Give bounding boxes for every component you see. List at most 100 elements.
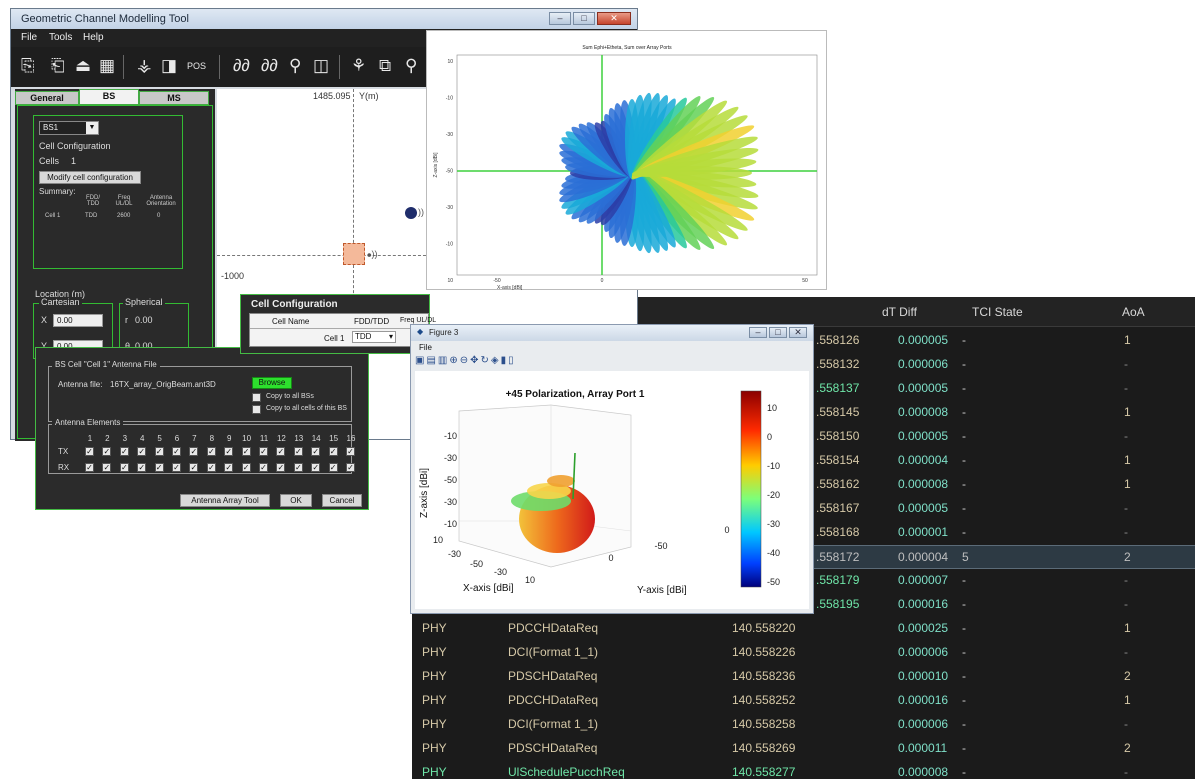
figure-maximize-button[interactable]: □ [769, 327, 787, 338]
table-row[interactable]: PHY PDCCHDataReq 140.558220 0.000025- 1 [412, 617, 1195, 641]
rx-element-checkbox[interactable]: ✓ [119, 463, 129, 472]
row-layer: PHY [422, 621, 447, 635]
table-row[interactable]: PHY PDCCHDataReq 140.558252 0.000016- 1 [412, 689, 1195, 713]
antenna-icon[interactable]: ⚶ [137, 53, 151, 79]
copy-all-cells-checkbox[interactable] [252, 405, 261, 414]
menu-tools[interactable]: Tools [49, 32, 72, 43]
close-button[interactable]: ✕ [597, 12, 631, 25]
maximize-button[interactable]: □ [573, 12, 595, 25]
zoom-icon[interactable]: ⚲ [405, 53, 417, 79]
tx-element-checkbox[interactable]: ✓ [172, 447, 181, 456]
rx-element-checkbox[interactable]: ✓ [346, 463, 355, 472]
draw-path2-icon[interactable]: ∂∂ [261, 53, 278, 79]
x-input[interactable]: 0.00 [53, 314, 103, 327]
pan-icon[interactable]: ✥ [470, 355, 480, 366]
tx-element-checkbox[interactable]: ✓ [346, 447, 355, 456]
rx-element-checkbox[interactable]: ✓ [276, 463, 286, 472]
col-dt-diff[interactable]: dT Diff [882, 305, 917, 319]
print-icon[interactable]: ▥ [438, 355, 449, 366]
tower-icon[interactable]: ⏏ [75, 53, 91, 79]
rx-element-checkbox[interactable]: ✓ [241, 463, 251, 472]
rx-element-checkbox[interactable]: ✓ [311, 463, 321, 472]
table-row[interactable]: PHY DCI(Format 1_1) 140.558226 0.000006- - [412, 641, 1195, 665]
bs-select[interactable]: BS1 ▼ [39, 121, 99, 135]
menu-help[interactable]: Help [83, 32, 104, 43]
legend-icon[interactable]: ▯ [508, 355, 516, 366]
copy-all-bs-label: Copy to all BSs [266, 393, 314, 400]
figure-close-button[interactable]: ✕ [789, 327, 807, 338]
colorbar-icon[interactable]: ▮ [501, 355, 509, 366]
tree-icon[interactable]: ⚘ [351, 53, 366, 79]
col-tci-state[interactable]: TCI State [972, 305, 1023, 319]
rx-element-checkbox[interactable]: ✓ [206, 463, 216, 472]
tx-element-checkbox[interactable]: ✓ [119, 447, 129, 456]
rx-element-checkbox[interactable]: ✓ [189, 463, 199, 472]
draw-path-icon[interactable]: ∂∂ [233, 53, 250, 79]
row-dt-diff: 0.000008 [898, 477, 949, 491]
cell-mode-select[interactable]: TDD ▾ [352, 331, 396, 343]
figure-title: Figure 3 [429, 328, 459, 337]
rx-element-checkbox[interactable]: ✓ [154, 463, 164, 472]
zoom-in-icon[interactable]: ⊕ [449, 355, 459, 366]
col-aoa[interactable]: AoA [1122, 305, 1145, 319]
grid-icon[interactable]: ▦ [99, 53, 115, 79]
figure3-ztick: -30 [444, 497, 457, 507]
tab-bs[interactable]: BS [79, 89, 139, 105]
rx-element-checkbox[interactable]: ✓ [224, 463, 234, 472]
cancel-button[interactable]: Cancel [322, 494, 362, 507]
modify-cell-configuration-button[interactable]: Modify cell configuration [39, 171, 141, 184]
tx-element-checkbox[interactable]: ✓ [137, 447, 147, 456]
tx-element-checkbox[interactable]: ✓ [102, 447, 112, 456]
rx-element-checkbox[interactable]: ✓ [102, 463, 112, 472]
minimize-button[interactable]: – [549, 12, 571, 25]
copy-icon[interactable]: ⎗ [51, 53, 65, 79]
save-icon[interactable]: ▤ [426, 355, 437, 366]
tab-ms[interactable]: MS [139, 91, 209, 105]
table-row[interactable]: PHY PDSCHDataReq 140.558236 0.000010- 2 [412, 665, 1195, 689]
datacursor-icon[interactable]: ◈ [491, 355, 501, 366]
zoom-out-icon[interactable]: ⊖ [460, 355, 470, 366]
tab-general[interactable]: General [15, 91, 79, 105]
camera-icon[interactable]: ◨ [161, 53, 177, 79]
table-row[interactable]: PHY UlSchedulePucchReq 140.558277 0.000008-… [412, 761, 1195, 779]
rx-element-checkbox[interactable]: ✓ [85, 463, 94, 472]
tx-element-checkbox[interactable]: ✓ [259, 447, 268, 456]
figure-menu-file[interactable]: File [419, 343, 432, 352]
ok-button[interactable]: OK [280, 494, 312, 507]
copy-all-bs-checkbox[interactable] [252, 393, 261, 402]
tx-element-checkbox[interactable]: ✓ [206, 447, 216, 456]
tx-element-checkbox[interactable]: ✓ [311, 447, 321, 456]
canvas-top-value: 1485.095 [313, 91, 351, 101]
table-row[interactable]: PHY PDSCHDataReq 140.558269 0.000011- 2 [412, 737, 1195, 761]
tx-element-checkbox[interactable]: ✓ [276, 447, 286, 456]
tx-element-checkbox[interactable]: ✓ [328, 447, 338, 456]
figure-minimize-button[interactable]: – [749, 327, 767, 338]
rx-element-checkbox[interactable]: ✓ [328, 463, 338, 472]
ms-marker-icon[interactable] [405, 207, 417, 219]
row-dt-diff: 0.000004 [898, 453, 949, 467]
tx-element-checkbox[interactable]: ✓ [189, 447, 199, 456]
tx-element-checkbox[interactable]: ✓ [241, 447, 251, 456]
tx-element-checkbox[interactable]: ✓ [293, 447, 303, 456]
link-icon[interactable]: ⚲ [289, 53, 301, 79]
tx-element-checkbox[interactable]: ✓ [224, 447, 234, 456]
rx-element-checkbox[interactable]: ✓ [137, 463, 147, 472]
open-icon[interactable]: ▣ [415, 355, 426, 366]
chart-icon[interactable]: ◫ [313, 53, 329, 79]
browse-button[interactable]: Browse [252, 377, 292, 389]
antenna-array-tool-button[interactable]: Antenna Array Tool [180, 494, 270, 507]
rx-element-checkbox[interactable]: ✓ [259, 463, 268, 472]
table-row[interactable]: PHY DCI(Format 1_1) 140.558258 0.000006- - [412, 713, 1195, 737]
new-bs-icon[interactable]: ⎘ [21, 53, 35, 79]
figure3-ztick: -10 [444, 431, 457, 441]
row-dt-diff: 0.000001 [898, 525, 949, 539]
frame-icon[interactable]: ⧉ [379, 53, 391, 79]
tx-element-checkbox[interactable]: ✓ [85, 447, 94, 456]
rotate-icon[interactable]: ↻ [481, 355, 491, 366]
rx-element-checkbox[interactable]: ✓ [172, 463, 181, 472]
bs-marker-icon[interactable] [343, 243, 365, 265]
menu-file[interactable]: File [21, 32, 37, 43]
tx-element-checkbox[interactable]: ✓ [154, 447, 164, 456]
rx-element-checkbox[interactable]: ✓ [293, 463, 303, 472]
pos-button[interactable]: POS [187, 53, 206, 79]
